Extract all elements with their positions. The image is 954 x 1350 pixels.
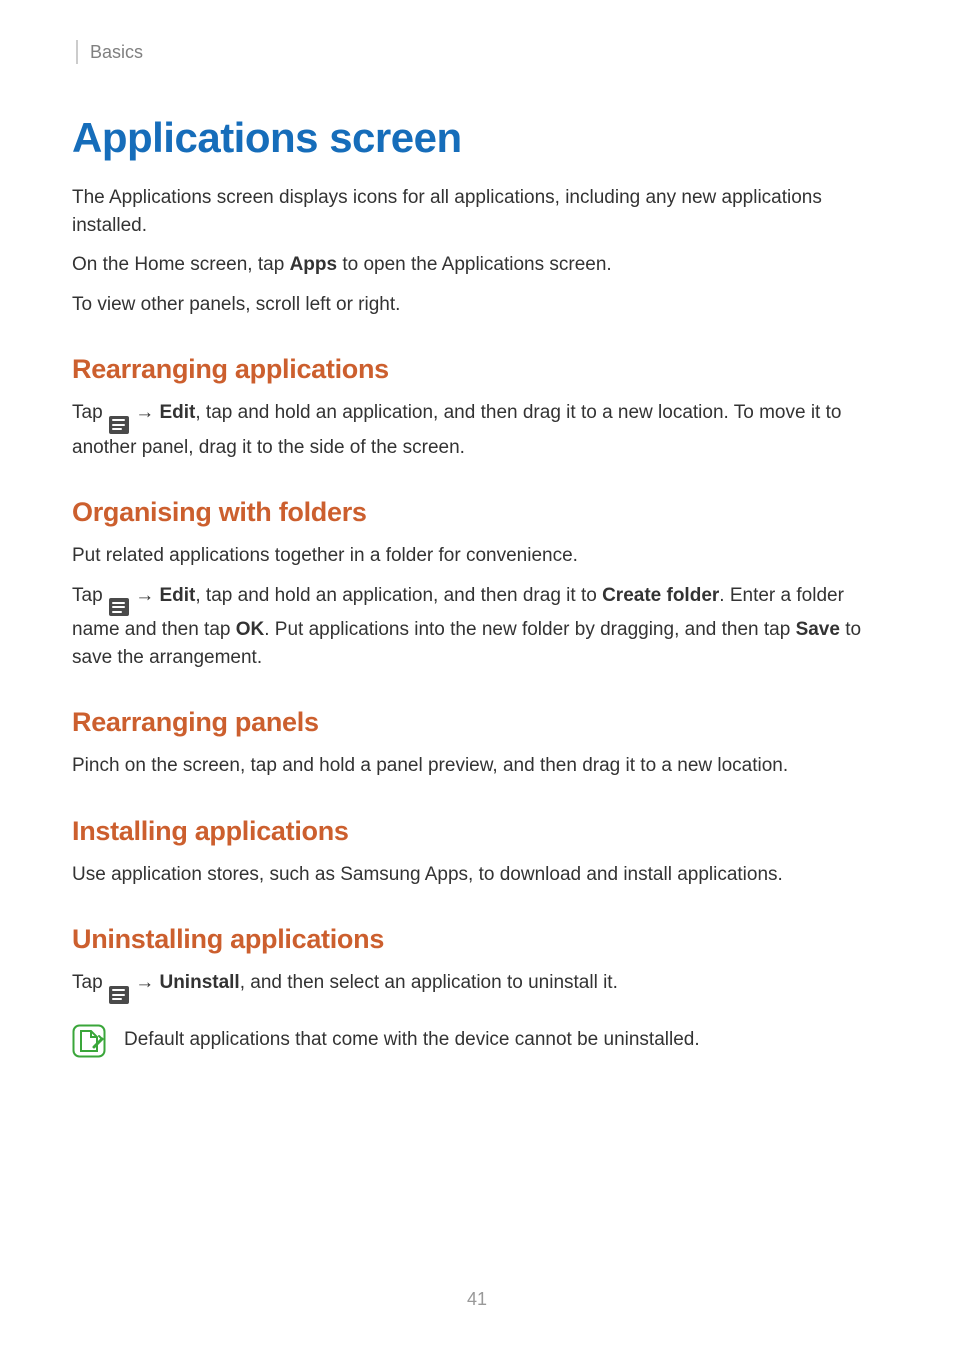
text-fragment: Tap bbox=[72, 972, 108, 993]
text-fragment: , tap and hold an application, and then … bbox=[195, 585, 602, 606]
section-heading-organising-folders: Organising with folders bbox=[72, 497, 882, 528]
organising-folders-intro: Put related applications together in a f… bbox=[72, 542, 882, 570]
organising-folders-body: Tap → Edit, tap and hold an application,… bbox=[72, 582, 882, 672]
menu-icon bbox=[109, 416, 129, 434]
intro-block: The Applications screen displays icons f… bbox=[72, 184, 882, 318]
save-label: Save bbox=[796, 619, 840, 640]
document-page: Basics Applications screen The Applicati… bbox=[0, 0, 954, 1098]
apps-label: Apps bbox=[290, 254, 338, 275]
rearranging-apps-body: Tap → Edit, tap and hold an application,… bbox=[72, 399, 882, 461]
create-folder-label: Create folder bbox=[602, 585, 719, 606]
text-fragment: Tap bbox=[72, 402, 108, 423]
intro-paragraph-1: The Applications screen displays icons f… bbox=[72, 184, 882, 239]
text-fragment: , and then select an application to unin… bbox=[240, 972, 618, 993]
text-fragment: On the Home screen, tap bbox=[72, 254, 290, 275]
page-number: 41 bbox=[0, 1289, 954, 1310]
breadcrumb: Basics bbox=[68, 40, 882, 64]
arrow-icon: → bbox=[130, 972, 160, 993]
installing-body: Use application stores, such as Samsung … bbox=[72, 861, 882, 889]
intro-paragraph-2: On the Home screen, tap Apps to open the… bbox=[72, 251, 882, 279]
note-block: Default applications that come with the … bbox=[72, 1022, 882, 1058]
rearranging-panels-body: Pinch on the screen, tap and hold a pane… bbox=[72, 752, 882, 780]
text-fragment: to open the Applications screen. bbox=[337, 254, 612, 275]
text-fragment: Tap bbox=[72, 585, 108, 606]
edit-label: Edit bbox=[159, 402, 195, 423]
section-heading-rearranging-apps: Rearranging applications bbox=[72, 354, 882, 385]
section-heading-rearranging-panels: Rearranging panels bbox=[72, 707, 882, 738]
edit-label: Edit bbox=[159, 585, 195, 606]
note-text: Default applications that come with the … bbox=[124, 1022, 700, 1054]
menu-icon bbox=[109, 986, 129, 1004]
menu-icon bbox=[109, 598, 129, 616]
section-heading-uninstalling: Uninstalling applications bbox=[72, 924, 882, 955]
section-heading-installing: Installing applications bbox=[72, 816, 882, 847]
arrow-icon: → bbox=[130, 402, 160, 423]
sections: Rearranging applications Tap → Edit, tap… bbox=[72, 354, 882, 1058]
uninstalling-body: Tap → Uninstall, and then select an appl… bbox=[72, 969, 882, 1004]
note-icon bbox=[72, 1024, 106, 1058]
arrow-icon: → bbox=[130, 585, 160, 606]
text-fragment: . Put applications into the new folder b… bbox=[264, 619, 795, 640]
intro-paragraph-3: To view other panels, scroll left or rig… bbox=[72, 291, 882, 319]
page-title: Applications screen bbox=[72, 114, 882, 162]
breadcrumb-text: Basics bbox=[90, 42, 143, 63]
breadcrumb-divider bbox=[76, 40, 78, 64]
ok-label: OK bbox=[236, 619, 265, 640]
uninstall-label: Uninstall bbox=[159, 972, 239, 993]
